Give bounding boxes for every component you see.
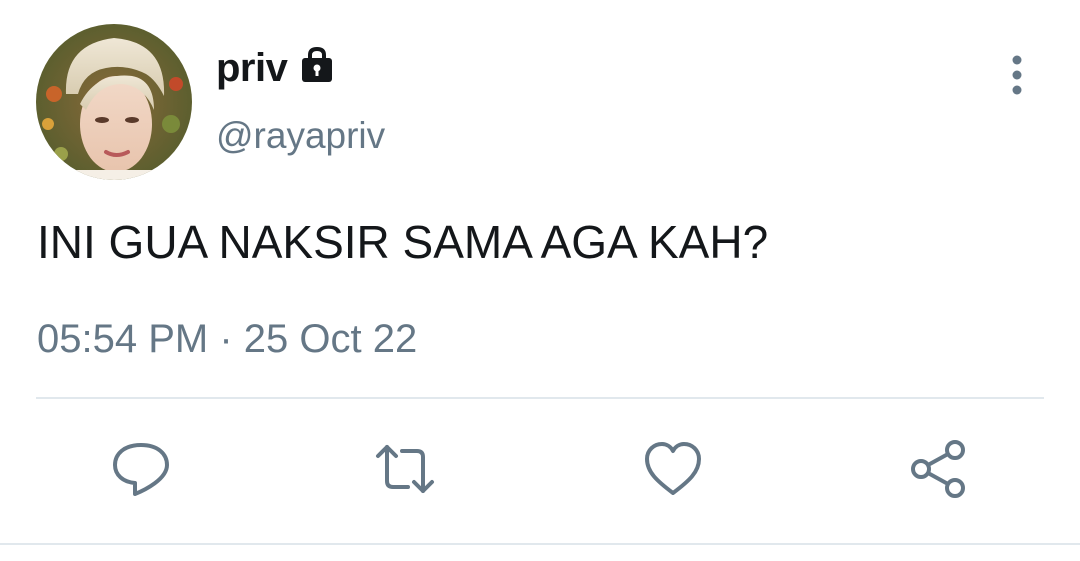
lock-icon	[297, 45, 337, 85]
like-button[interactable]	[640, 436, 706, 502]
tweet-time: 05:54 PM	[37, 317, 209, 361]
display-name[interactable]: priv	[216, 42, 288, 94]
tweet-text: INI GUA NAKSIR SAMA AGA KAH?	[37, 216, 769, 268]
tweet-date: 25 Oct 22	[243, 317, 418, 361]
retweet-button[interactable]	[372, 436, 438, 502]
divider	[36, 397, 1044, 399]
more-vertical-icon[interactable]	[1000, 52, 1034, 98]
name-row: priv	[216, 42, 337, 94]
retweet-icon	[376, 445, 434, 493]
tweet-timestamp[interactable]: 05:54 PM · 25 Oct 22	[37, 313, 417, 365]
avatar[interactable]	[36, 24, 192, 180]
avatar-image	[36, 24, 192, 180]
reply-button[interactable]	[108, 436, 174, 502]
reply-icon	[113, 443, 169, 496]
share-button[interactable]	[906, 436, 972, 502]
meta-separator: ·	[219, 317, 233, 361]
user-handle[interactable]: @rayapriv	[216, 112, 385, 160]
divider-bottom	[0, 543, 1080, 545]
share-icon	[911, 440, 965, 498]
heart-icon	[645, 442, 701, 495]
tweet-card: priv @rayapriv INI GUA NAKSIR SAMA AGA K…	[0, 0, 1080, 561]
